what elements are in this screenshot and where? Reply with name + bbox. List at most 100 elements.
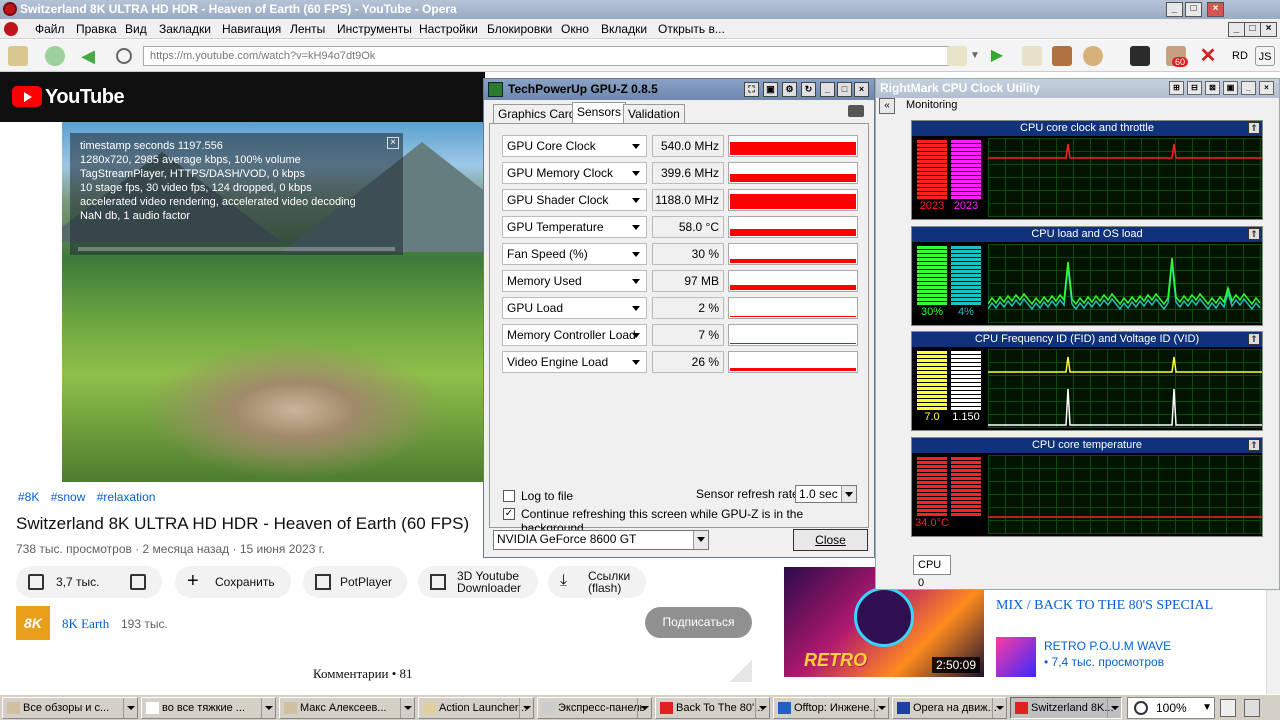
address-field[interactable]: https://m.youtube.com/watch?v=kH94o7dt9O… [143, 46, 965, 66]
rmcu-button[interactable]: ⊞ [1169, 81, 1184, 95]
recommended-channel-name[interactable]: RETRO P.O.U.M WAVE [1044, 639, 1171, 653]
maximize-button[interactable]: □ [1185, 2, 1202, 17]
taskbar-tab[interactable]: Back To The 80'... [655, 697, 770, 719]
minimize-button[interactable]: _ [1166, 2, 1183, 17]
handshake-icon[interactable] [8, 46, 28, 66]
sensor-name-select[interactable]: Fan Speed (%) [502, 243, 647, 265]
gpu-select[interactable]: NVIDIA GeForce 8600 GT [493, 530, 709, 550]
stop-icon[interactable]: ✕ [1198, 46, 1218, 66]
chevron-down-icon[interactable] [519, 698, 533, 718]
log-to-file-checkbox[interactable] [503, 490, 515, 502]
tab-close-button[interactable]: × [1260, 22, 1277, 37]
taskbar-tab[interactable]: во все тяжкие ... [141, 697, 276, 719]
sensor-name-select[interactable]: GPU Load [502, 297, 647, 319]
gpuz-maximize-button[interactable]: □ [837, 82, 852, 97]
gpuz-copy-button[interactable]: ▣ [763, 82, 778, 97]
like-count[interactable]: 3,7 тыс. [56, 566, 99, 598]
channel-name[interactable]: 8K Earth [62, 616, 109, 632]
menu-tabs[interactable]: Вкладки [601, 21, 647, 37]
chevron-down-icon[interactable] [992, 698, 1006, 718]
hashtag-link[interactable]: #snow [51, 490, 86, 504]
gpuz-refresh-button[interactable]: ↻ [801, 82, 816, 97]
menu-navigation[interactable]: Навигация [222, 21, 281, 37]
downloader-button[interactable]: 3D Youtube Downloader [418, 566, 538, 598]
collapse-panel-icon[interactable]: ⇑ [1248, 439, 1260, 451]
menu-settings[interactable]: Настройки [419, 21, 478, 37]
chevron-down-icon[interactable] [874, 698, 888, 718]
chevron-down-icon[interactable] [755, 698, 769, 718]
taskbar-tab[interactable]: Экспресс-панель [537, 697, 652, 719]
trash-icon[interactable] [1244, 699, 1260, 717]
taskbar-tab[interactable]: Opera на движ... [892, 697, 1007, 719]
collapse-panel-icon[interactable]: ⇑ [1248, 228, 1260, 240]
chevron-down-icon[interactable] [1107, 698, 1121, 718]
menu-blocking[interactable]: Блокировки [487, 21, 552, 37]
dropdown-icon[interactable]: ▼ [970, 46, 980, 66]
back-arrow-icon[interactable]: ◀ [78, 46, 98, 66]
chevron-down-icon[interactable] [637, 698, 651, 718]
sensor-name-select[interactable]: GPU Memory Clock [502, 162, 647, 184]
menu-tools[interactable]: Инструменты [337, 21, 412, 37]
rmcu-button[interactable]: ▣ [1223, 81, 1238, 95]
sensor-name-select[interactable]: GPU Temperature [502, 216, 647, 238]
go-icon[interactable]: ▶ [987, 46, 1007, 66]
menu-file[interactable]: Файл [35, 21, 65, 37]
gpuz-settings-button[interactable]: ⚙ [782, 82, 797, 97]
taskbar-tab[interactable]: Switzerland 8K... [1010, 697, 1122, 719]
expand-corner-icon[interactable] [730, 660, 752, 682]
comments-header[interactable]: Комментарии • 81 [313, 666, 413, 682]
user-icon[interactable] [1083, 46, 1103, 66]
sidebar-icon[interactable] [1022, 46, 1042, 66]
task-icon[interactable] [1130, 46, 1150, 66]
sensor-name-select[interactable]: GPU Shader Clock [502, 189, 647, 211]
save-button[interactable]: + Сохранить [175, 566, 291, 598]
page-icon[interactable] [1220, 699, 1236, 717]
zoom-control[interactable]: 100% ▼ [1127, 697, 1215, 719]
tab-restore-button[interactable]: □ [1244, 22, 1261, 37]
thumbs-down-icon[interactable] [130, 574, 146, 590]
menu-feeds[interactable]: Ленты [290, 21, 325, 37]
taskbar-tab[interactable]: Action Launcher... [418, 697, 534, 719]
page-scrollbar[interactable] [1266, 590, 1280, 694]
rmcu-button[interactable]: ⊠ [1205, 81, 1220, 95]
chevron-down-icon[interactable] [400, 698, 414, 718]
sensor-name-select[interactable]: Video Engine Load [502, 351, 647, 373]
sensor-name-select[interactable]: Memory Used [502, 270, 647, 292]
cpu-select[interactable]: CPU 0 [913, 555, 951, 589]
opera-menu-icon[interactable] [4, 22, 18, 36]
taskbar-tab[interactable]: Offtop: Инжене... [773, 697, 889, 719]
hashtag-link[interactable]: #relaxation [97, 490, 156, 504]
taskbar-tab[interactable]: Все обзоры и с... [2, 697, 138, 719]
tab-validation[interactable]: Validation [623, 104, 685, 124]
menu-open-in[interactable]: Открыть в... [658, 21, 725, 37]
youtube-logo[interactable]: YouTube [12, 86, 125, 108]
reload-icon[interactable] [45, 46, 65, 66]
recommended-channel-avatar[interactable] [996, 637, 1036, 677]
sensor-name-select[interactable]: GPU Core Clock [502, 135, 647, 157]
subscribe-button[interactable]: Подписаться [645, 607, 752, 638]
page-icon[interactable] [947, 46, 967, 66]
camera-icon[interactable] [848, 105, 864, 117]
rmcu-minimize-button[interactable]: _ [1241, 81, 1256, 95]
collapse-panel-icon[interactable]: ⇑ [1248, 122, 1260, 134]
channel-avatar[interactable]: 8K [16, 606, 50, 640]
gpuz-close-dialog-button[interactable]: Close [793, 529, 868, 551]
chevron-down-icon[interactable] [123, 698, 137, 718]
menu-edit[interactable]: Правка [76, 21, 117, 37]
collapse-panel-icon[interactable]: ⇑ [1248, 333, 1260, 345]
tab-graphics-card[interactable]: Graphics Card [493, 104, 581, 124]
potplayer-button[interactable]: PotPlayer [303, 566, 407, 598]
thumbs-up-icon[interactable] [28, 574, 44, 590]
hashtag-link[interactable]: #8K [18, 490, 39, 504]
stats-close-icon[interactable]: × [387, 137, 399, 149]
continue-refreshing-checkbox[interactable]: ✓ [503, 508, 515, 520]
refresh-rate-select[interactable]: 1.0 sec [795, 485, 857, 503]
sensor-name-select[interactable]: Memory Controller Load [502, 324, 647, 346]
photo-icon[interactable] [1052, 46, 1072, 66]
rmcu-button[interactable]: ⊟ [1187, 81, 1202, 95]
menu-view[interactable]: Вид [125, 21, 147, 37]
tab-sensors[interactable]: Sensors [572, 102, 627, 124]
links-button[interactable]: ⤓ Ссылки (flash) [548, 566, 646, 598]
collapse-icon[interactable]: « [879, 98, 895, 114]
taskbar-tab[interactable]: Макс Алексеев... [279, 697, 415, 719]
